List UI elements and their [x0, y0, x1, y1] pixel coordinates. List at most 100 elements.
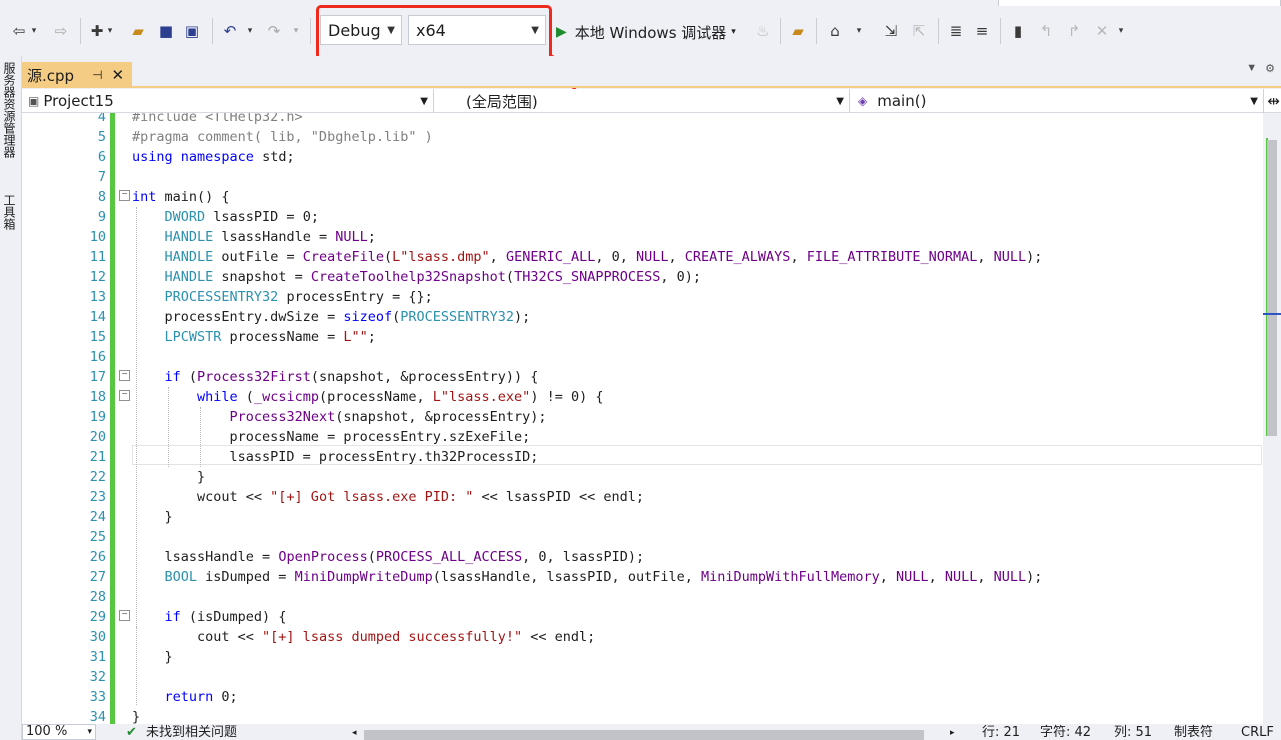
line-number: 22 [89, 469, 106, 485]
fold-toggle-while[interactable]: − [119, 390, 130, 401]
code-line[interactable]: processName = processEntry.szExeFile; [132, 427, 531, 447]
line-number: 18 [89, 389, 106, 405]
member-name: main() [877, 92, 927, 110]
tab-source-file[interactable]: 源.cpp ⊣ ✕ [22, 62, 132, 88]
save-icon[interactable]: ■ [156, 20, 176, 42]
step-icon[interactable]: ⇲ [880, 20, 902, 42]
redo-icon[interactable]: ↷ [264, 20, 284, 42]
zoom-value: 100 % [26, 724, 68, 739]
code-line[interactable]: } [132, 707, 140, 724]
code-line[interactable]: lsassHandle = OpenProcess(PROCESS_ALL_AC… [132, 547, 645, 567]
code-line[interactable]: DWORD lsassPID = 0; [132, 207, 319, 227]
line-number: 12 [89, 269, 106, 285]
code-line[interactable]: return 0; [132, 687, 238, 707]
new-project-icon[interactable]: ✚ [88, 20, 106, 42]
fold-toggle-if[interactable]: − [119, 370, 130, 381]
next-bookmark-icon[interactable]: ↱ [1064, 20, 1084, 42]
code-line[interactable]: BOOL isDumped = MiniDumpWriteDump(lsassH… [132, 567, 1043, 587]
hot-reload-icon[interactable]: ♨ [754, 20, 772, 42]
start-debugger-button[interactable]: ▶ 本地 Windows 调试器 ▾ [556, 20, 736, 44]
project-name: Project15 [43, 92, 114, 110]
toolbox-tab[interactable]: 工具箱 [0, 194, 18, 230]
line-number: 15 [89, 329, 106, 345]
main-toolbar: ⇦ ▾ ⇨ ✚ ▾ ▰ ■ ▣ ↶ ▾ ↷ ▾ Debug ▼ x64 ▼ ▶ … [0, 6, 1281, 54]
line-number: 19 [89, 409, 106, 425]
indent-mode-indicator[interactable]: 制表符 [1174, 726, 1213, 740]
tab-dropdown-icon[interactable]: ▼ [1246, 62, 1257, 75]
scroll-right-icon[interactable]: ▸ [950, 726, 955, 740]
line-number: 5 [97, 129, 106, 145]
code-line[interactable]: HANDLE snapshot = CreateToolhelp32Snapsh… [132, 267, 702, 287]
line-number: 32 [89, 669, 106, 685]
undo-icon[interactable]: ↶ [220, 20, 240, 42]
code-line[interactable]: HANDLE lsassHandle = NULL; [132, 227, 376, 247]
code-line[interactable]: } [132, 507, 173, 527]
back-icon[interactable]: ⇦ [10, 20, 28, 42]
toolbar-overflow-icon[interactable]: ▾ [1116, 20, 1126, 42]
code-editor[interactable]: − − − − 4 5 6 7 8 9 10 11 12 13 14 15 16 17 18 19 20 21 22… [22, 113, 1268, 724]
code-line[interactable]: if (Process32First(snapshot, &processEnt… [132, 367, 539, 387]
open-folder-icon[interactable]: ▰ [128, 20, 148, 42]
code-line[interactable]: LPCWSTR processName = L""; [132, 327, 376, 347]
member-combo[interactable]: ◈ main() ▼ [852, 89, 1264, 113]
code-line[interactable]: Process32Next(snapshot, &processEntry); [132, 407, 547, 427]
save-all-icon[interactable]: ▣ [182, 20, 202, 42]
step-disabled-icon[interactable]: ⇱ [908, 20, 930, 42]
forward-icon[interactable]: ⇨ [52, 20, 70, 42]
code-line[interactable]: #include <TlHelp32.h> [132, 113, 303, 127]
highlight-box [316, 5, 552, 60]
zoom-combo[interactable]: 100 % ▾ [22, 724, 96, 740]
code-line[interactable]: } [132, 647, 173, 667]
code-line[interactable]: } [132, 467, 205, 487]
code-line[interactable]: int main() { [132, 187, 230, 207]
line-number: 21 [89, 449, 106, 465]
fold-toggle-if-dumped[interactable]: − [119, 610, 130, 621]
change-tracking-bar [110, 113, 115, 724]
code-line[interactable]: cout << "[+] lsass dumped successfully!"… [132, 627, 595, 647]
code-line[interactable]: HANDLE outFile = CreateFile(L"lsass.dmp"… [132, 247, 1043, 267]
bookmark-icon[interactable]: ▮ [1008, 20, 1028, 42]
undo-dropdown-icon[interactable]: ▾ [246, 20, 254, 42]
clear-bookmarks-icon[interactable]: ✕ [1092, 20, 1112, 42]
toolbar-dropdown-icon[interactable]: ▾ [854, 20, 864, 42]
char-indicator[interactable]: 字符: 42 [1040, 726, 1091, 740]
line-number: 30 [89, 629, 106, 645]
line-number: 4 [97, 113, 106, 125]
home-icon[interactable]: ⌂ [824, 20, 846, 42]
line-number: 27 [89, 569, 106, 585]
code-line[interactable]: PROCESSENTRY32 processEntry = {}; [132, 287, 433, 307]
split-view-icon[interactable]: ⇹ [1266, 89, 1281, 113]
line-indicator[interactable]: 行: 21 [982, 726, 1020, 740]
code-line[interactable]: while (_wcsicmp(processName, L"lsass.exe… [132, 387, 603, 407]
settings-icon[interactable]: ⚙ [1265, 62, 1275, 75]
play-icon: ▶ [556, 24, 567, 40]
code-line[interactable]: lsassPID = processEntry.th32ProcessID; [132, 447, 539, 467]
server-explorer-tab[interactable]: 服务器资源管理器 [0, 62, 18, 158]
left-tool-strip: 服务器资源管理器 工具箱 [0, 56, 22, 740]
close-icon[interactable]: ✕ [112, 66, 125, 84]
redo-dropdown-icon[interactable]: ▾ [292, 20, 300, 42]
uncomment-lines-icon[interactable]: ≡ [972, 20, 992, 42]
horizontal-scroll-thumb[interactable] [364, 730, 924, 740]
pin-icon[interactable]: ⊣ [92, 68, 102, 82]
fold-toggle-main[interactable]: − [119, 190, 130, 201]
issues-status[interactable]: 未找到相关问题 [146, 726, 237, 740]
new-project-dropdown-icon[interactable]: ▾ [106, 20, 114, 42]
find-in-files-icon[interactable]: ▰ [788, 20, 808, 42]
previous-bookmark-icon[interactable]: ↰ [1036, 20, 1056, 42]
line-number: 7 [97, 169, 106, 185]
issues-dropdown-icon[interactable]: ◂ [352, 726, 357, 740]
line-number: 8 [97, 189, 106, 205]
code-line[interactable]: wcout << "[+] Got lsass.exe PID: " << ls… [132, 487, 644, 507]
project-combo[interactable]: ▣ Project15 ▼ [22, 89, 434, 113]
code-line[interactable]: using namespace std; [132, 147, 295, 167]
code-line[interactable]: processEntry.dwSize = sizeof(PROCESSENTR… [132, 307, 531, 327]
vertical-scroll-thumb[interactable] [1267, 140, 1277, 436]
code-line[interactable]: if (isDumped) { [132, 607, 287, 627]
line-ending-indicator[interactable]: CRLF [1241, 726, 1274, 740]
code-line[interactable]: #pragma comment( lib, "Dbghelp.lib" ) [132, 127, 433, 147]
scope-combo[interactable]: (全局范围) ▼ [436, 89, 850, 113]
column-indicator[interactable]: 列: 51 [1114, 726, 1152, 740]
back-dropdown-icon[interactable]: ▾ [30, 20, 38, 42]
comment-lines-icon[interactable]: ≣ [946, 20, 966, 42]
